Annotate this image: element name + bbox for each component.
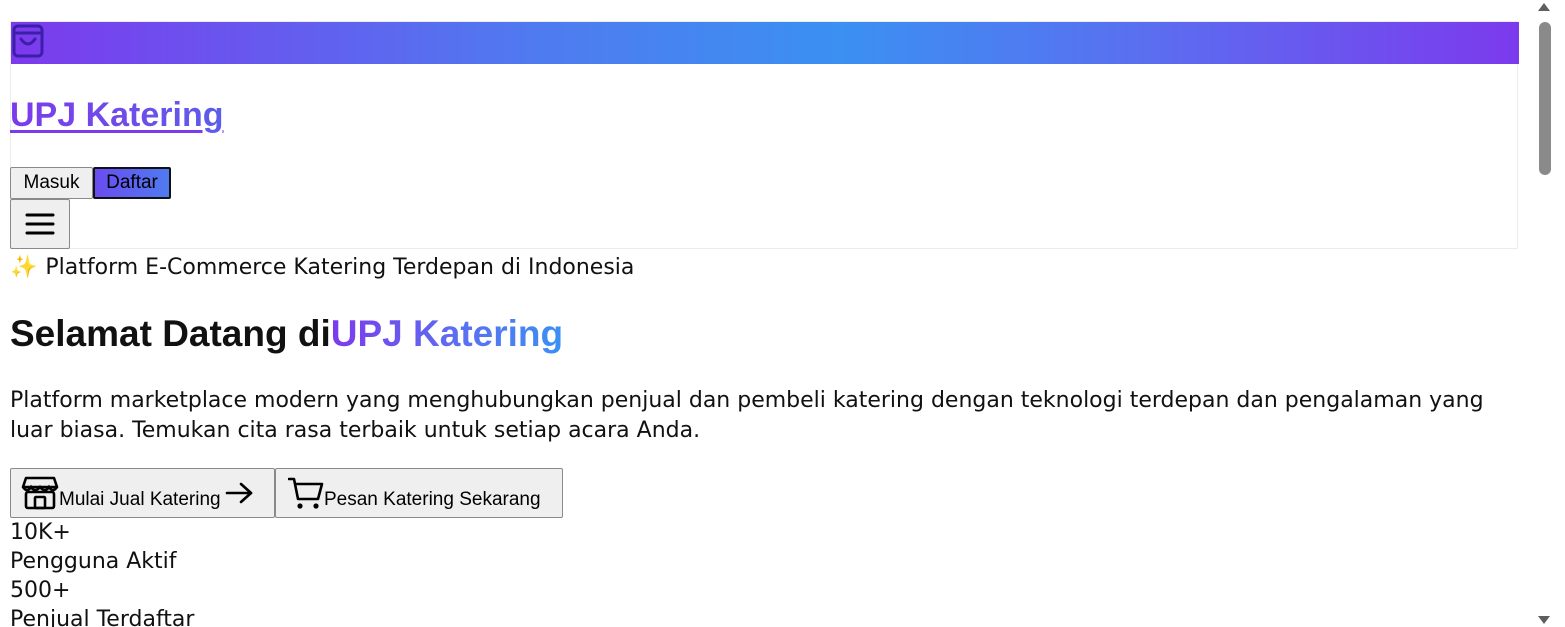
page: UPJ Katering Masuk Daftar ✨ Platform E-Co… [0, 0, 1530, 627]
tagline-text: Platform E-Commerce Katering Terdepan di… [45, 255, 635, 280]
sparkle-icon: ✨ [10, 255, 38, 280]
hero-tagline: ✨ Platform E-Commerce Katering Terdepan d… [10, 255, 634, 281]
scroll-thumb[interactable] [1539, 22, 1551, 175]
site-header [10, 21, 1519, 249]
stat-value: 10K+ [10, 520, 71, 545]
stat-value: 500+ [10, 578, 71, 603]
arrow-right-icon [225, 482, 252, 504]
shopping-cart-icon [288, 477, 324, 509]
stat-label: Pengguna Aktif [10, 549, 177, 574]
stat-label: Penjual Terdaftar [10, 607, 195, 627]
brand-link[interactable]: UPJ Katering [10, 95, 224, 135]
hero-description: Platform marketplace modern yang menghub… [10, 388, 1484, 443]
hamburger-menu-icon [25, 213, 55, 235]
shopping-bag-icon[interactable] [11, 22, 45, 62]
vertical-scrollbar[interactable] [1530, 0, 1565, 627]
login-button[interactable]: Masuk [10, 167, 93, 199]
start-selling-label: Mulai Jual Katering [59, 489, 221, 510]
stats-list: 10K+ Pengguna Aktif 500+ Penjual Terdaft… [10, 518, 194, 627]
scroll-down-arrow-icon[interactable] [1538, 616, 1550, 624]
store-icon [21, 476, 59, 510]
hero-title-highlight: UPJ Katering [330, 313, 564, 354]
menu-toggle-button[interactable] [10, 199, 70, 249]
register-button[interactable]: Daftar [93, 167, 171, 199]
header-gradient-bar [11, 22, 1519, 64]
start-selling-button[interactable]: Mulai Jual Katering [10, 468, 275, 518]
scroll-up-arrow-icon[interactable] [1538, 3, 1550, 11]
hero-title-prefix: Selamat Datang di [10, 313, 331, 354]
hero-title: Selamat Datang diUPJ Katering [10, 312, 563, 356]
order-now-button[interactable]: Pesan Katering Sekarang [275, 468, 563, 518]
order-now-label: Pesan Katering Sekarang [324, 489, 541, 510]
